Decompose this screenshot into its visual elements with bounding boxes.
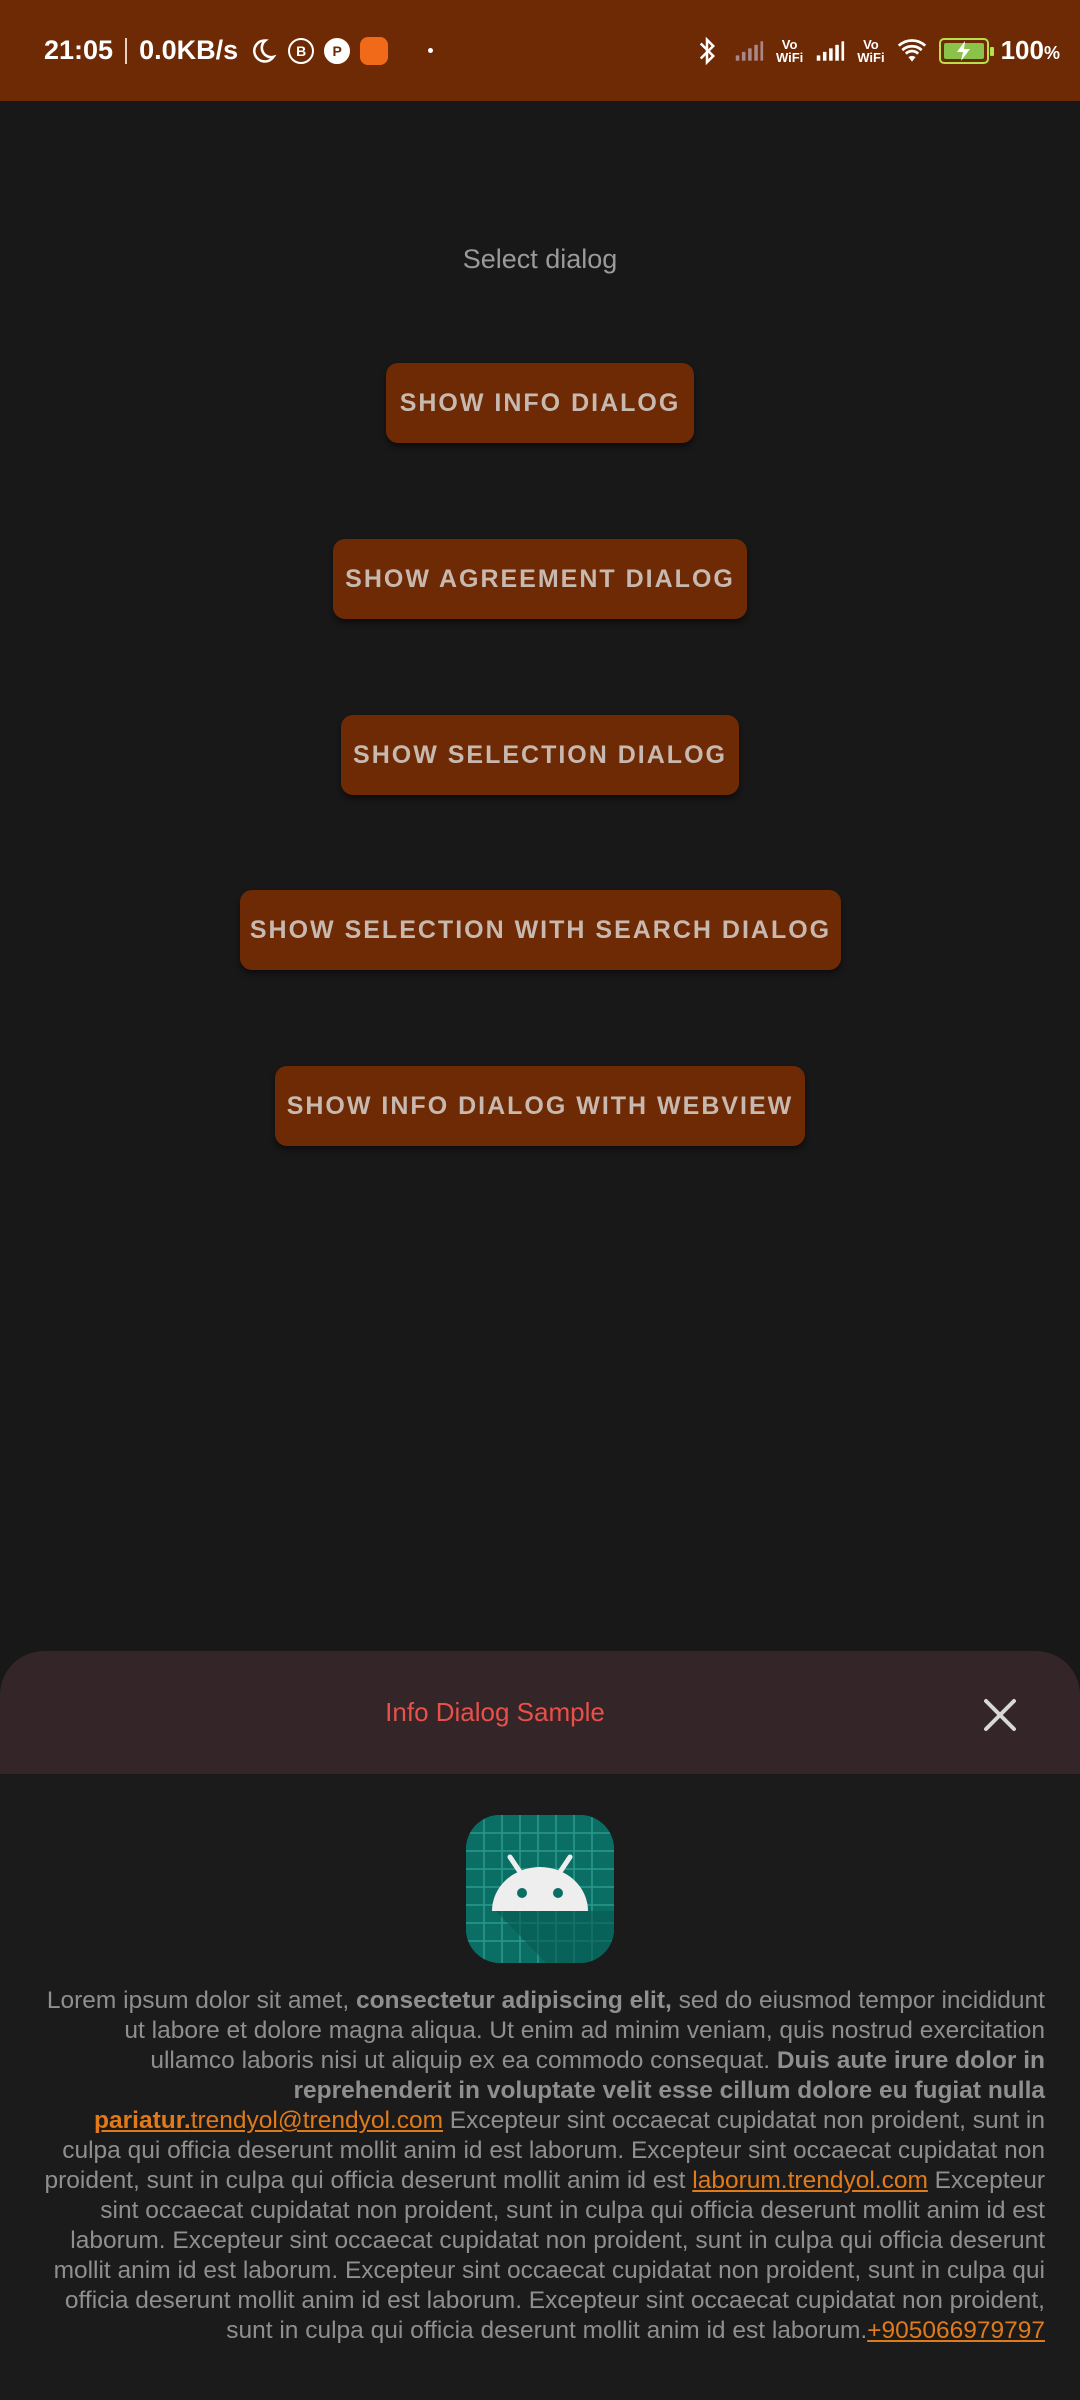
p-circle-icon: P: [324, 37, 351, 64]
battery-percent-value: 100: [1000, 35, 1044, 65]
phone-link[interactable]: +905066979797: [867, 2317, 1045, 2344]
page-title: Select dialog: [462, 244, 618, 274]
b-circle-icon: B: [288, 37, 315, 64]
show-selection-dialog-button[interactable]: SHOW SELECTION DIALOG: [341, 715, 739, 795]
dialog-title: Info Dialog Sample: [385, 1697, 605, 1727]
dialog-header: Info Dialog Sample: [0, 1651, 1080, 1774]
status-divider: [125, 37, 128, 64]
moon-icon: [248, 36, 278, 66]
close-icon[interactable]: [980, 1695, 1020, 1735]
body-text-part: Lorem ipsum dolor sit amet,: [46, 1987, 356, 2014]
vowifi-bottom-label: WiFi: [857, 49, 885, 65]
status-time: 21:05: [44, 35, 114, 65]
network-speed: 0.0KB/s: [139, 35, 239, 65]
info-dialog-sheet: Info Dialog Sample Lorem ipsum dolor sit…: [0, 1651, 1080, 2400]
more-notifications-dot: [428, 48, 434, 53]
battery-cap: [989, 46, 994, 56]
show-selection-with-search-dialog-button[interactable]: SHOW SELECTION WITH SEARCH DIALOG: [240, 890, 841, 970]
bluetooth-icon: [692, 36, 722, 66]
show-info-dialog-with-webview-button[interactable]: SHOW INFO DIALOG WITH WEBVIEW: [275, 1066, 805, 1146]
signal-icon: [815, 36, 845, 66]
dialog-body-text: Lorem ipsum dolor sit amet, consectetur …: [36, 1986, 1046, 2346]
vowifi-icon: Vo WiFi: [776, 38, 803, 64]
status-bar: 21:05 0.0KB/s B P Vo WiFi Vo WiFi 100%: [0, 0, 1080, 101]
signal-icon: [734, 36, 764, 66]
body-bold-part: consectetur adipiscing elit,: [355, 1987, 672, 2014]
vowifi-bottom-label: WiFi: [775, 49, 804, 65]
android-app-icon: [466, 1815, 614, 1963]
pariatur-link[interactable]: pariatur.: [94, 2107, 191, 2134]
battery-percent-sign: %: [1043, 43, 1060, 63]
vowifi-icon: Vo WiFi: [857, 38, 884, 64]
wifi-icon: [897, 36, 927, 66]
battery-charging-icon: [938, 37, 994, 64]
show-agreement-dialog-button[interactable]: SHOW AGREEMENT DIALOG: [333, 539, 747, 619]
url-link[interactable]: laborum.trendyol.com: [692, 2167, 928, 2194]
email-link[interactable]: trendyol@trendyol.com: [191, 2107, 443, 2134]
app-notification-icon: [360, 36, 389, 65]
show-info-dialog-button[interactable]: SHOW INFO DIALOG: [386, 363, 694, 443]
battery-percent: 100%: [1001, 35, 1060, 66]
